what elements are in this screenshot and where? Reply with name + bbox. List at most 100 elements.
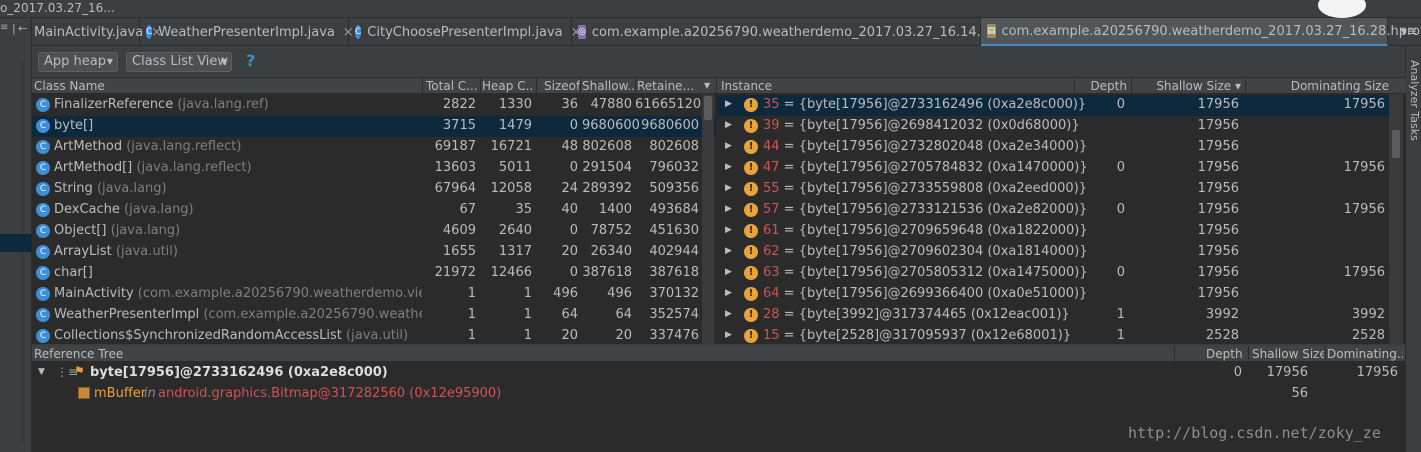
class-heap-cell: 1 (523, 286, 532, 301)
tab-hprof-file[interactable]: ▤ com.example.a20256790.weatherdemo_2017… (981, 18, 1421, 46)
scrollbar-thumb[interactable] (704, 96, 712, 120)
reference-tree-child[interactable]: mBuffer in android.graphics.Bitmap@31728… (32, 384, 1405, 405)
column-depth[interactable]: Depth (1077, 79, 1127, 93)
column-divider (580, 78, 581, 94)
expand-arrow-icon[interactable]: ▶ (725, 246, 732, 256)
class-row[interactable]: C ArrayList (java.util) 1655 1317 20 26340 402… (32, 242, 716, 263)
tabs-overflow-button[interactable]: ▾≡ (1401, 24, 1417, 38)
instance-value: = {byte[17956]@2699366400 (0xa0e51000)} (779, 286, 1088, 301)
instance-row[interactable]: ▶! 64 = {byte[17956]@2699366400 (0xa0e510… (717, 284, 1389, 305)
expand-arrow-icon[interactable]: ▶ (725, 162, 732, 172)
column-depth[interactable]: Depth (1206, 347, 1246, 361)
collapse-arrow-icon[interactable]: ▼ (38, 367, 45, 377)
column-shallow-size[interactable]: Shallow Size ▾ (1135, 79, 1241, 93)
reference-tree-root[interactable]: ▼ ⋮≡ ⚑ byte[17956]@2733162496 (0xa2e8c00… (32, 363, 1405, 384)
analyzer-tasks-tab[interactable]: Analyzer Tasks (1408, 60, 1421, 141)
instance-row[interactable]: ▶! 61 = {byte[17956]@2709659648 (0xa18220… (717, 221, 1389, 242)
column-dominating-size[interactable]: Dominating Size (1249, 79, 1389, 93)
class-name: ArtMethod (java.lang.reflect) (54, 139, 422, 154)
instance-row[interactable]: ▶! 35 = {byte[17956]@2733162496 (0xa2e8c0… (717, 95, 1389, 116)
class-package: (java.lang) (124, 202, 194, 217)
expand-arrow-icon[interactable]: ▶ (725, 141, 732, 151)
left-arrow-icon[interactable]: ← (18, 22, 27, 35)
column-shallow-size[interactable]: Shallow Size (1252, 347, 1324, 361)
instance-row[interactable]: ▶! 55 = {byte[17956]@2733559808 (0xa2eed0… (717, 179, 1389, 200)
tab-alloc-file[interactable]: ◎ com.example.a20256790.weatherdemo_2017… (572, 18, 1030, 46)
class-retained-cell: 61665120 (635, 97, 702, 112)
tab-citychoosepresenterimpl[interactable]: C CityChoosePresenterImpl.java × (349, 18, 582, 46)
class-row[interactable]: C WeatherPresenterImpl (com.example.a2025… (32, 305, 716, 326)
class-simple-name: ArtMethod (54, 139, 123, 154)
class-row[interactable]: C MainActivity (com.example.a20256790.wea… (32, 284, 716, 305)
instance-row[interactable]: ▶! 28 = {byte[3992]@317374465 (0x12eac001… (717, 305, 1389, 326)
field-icon (78, 387, 90, 399)
class-name: Collections$SynchronizedRandomAccessList… (54, 328, 422, 343)
root-label: byte[17956]@2733162496 (0xa2e8c000) (90, 365, 388, 380)
expand-arrow-icon[interactable]: ▶ (725, 204, 732, 214)
expand-arrow-icon[interactable]: ▶ (725, 330, 732, 340)
class-shallow-cell: 289392 (582, 181, 632, 196)
column-retained-size[interactable]: Retaine... (637, 79, 703, 93)
column-heap-count[interactable]: Heap C... (482, 79, 534, 93)
class-icon: C (36, 245, 50, 259)
warning-icon: ! (744, 161, 758, 175)
class-row[interactable]: C String (java.lang) 67964 12058 24 289392 509… (32, 179, 716, 200)
instance-dominating-cell: 2528 (1351, 328, 1385, 343)
column-sizeof[interactable]: Sizeof (544, 79, 580, 93)
expand-arrow-icon[interactable]: ▶ (725, 99, 732, 109)
instance-id: 15 (763, 328, 780, 343)
class-table-scrollbar[interactable] (702, 94, 714, 344)
project-tree-selection[interactable] (0, 234, 32, 252)
tab-mainactivity[interactable]: MainActivity.java × (28, 18, 162, 46)
expand-arrow-icon[interactable]: ▶ (725, 183, 732, 193)
instance-table-scrollbar[interactable] (1389, 94, 1403, 344)
instance-row[interactable]: ▶! 44 = {byte[17956]@2732802048 (0xa2e340… (717, 137, 1389, 158)
scrollbar-thumb[interactable] (1392, 130, 1400, 158)
instance-row[interactable]: ▶! 39 = {byte[17956]@2698412032 (0x0d6800… (717, 116, 1389, 137)
class-retained-cell: 451630 (649, 223, 699, 238)
view-select[interactable]: Class List View ▼ (126, 52, 232, 72)
field-name: mBuffer (94, 386, 147, 401)
column-shallow-size[interactable]: Shallow... (582, 79, 634, 93)
class-total-cell: 67 (459, 202, 476, 217)
left-tool-strip: ≡ | ← (0, 18, 32, 452)
class-shallow-cell: 47880 (590, 97, 632, 112)
expand-arrow-icon[interactable]: ▶ (725, 267, 732, 277)
column-class-name[interactable]: Class Name (34, 79, 419, 93)
instance-row[interactable]: ▶! 47 = {byte[17956]@2705784832 (0xa14700… (717, 158, 1389, 179)
class-name: byte[] (54, 118, 422, 133)
class-row[interactable]: C ArtMethod (java.lang.reflect) 69187 16721… (32, 137, 716, 158)
instance-row[interactable]: ▶! 63 = {byte[17956]@2705805312 (0xa14750… (717, 263, 1389, 284)
class-row[interactable]: Cchar[] 21972 12466 0 387618 387618 (32, 263, 716, 284)
pin-icon[interactable]: | (12, 22, 16, 35)
heap-select[interactable]: App heap ▼ (38, 52, 118, 72)
class-row[interactable]: C ArtMethod[] (java.lang.reflect) 13603 501… (32, 158, 716, 179)
expand-arrow-icon[interactable]: ▶ (725, 288, 732, 298)
collapse-icon[interactable]: ≡ (0, 23, 8, 33)
instance-label: 35 = {byte[17956]@2733162496 (0xa2e8c000… (763, 97, 1086, 112)
instance-row[interactable]: ▶! 57 = {byte[17956]@2733121536 (0xa2e820… (717, 200, 1389, 221)
class-icon: C (355, 25, 362, 39)
class-sizeof-cell: 0 (569, 160, 578, 175)
class-sizeof-cell: 36 (561, 97, 578, 112)
tab-weatherpresenterimpl[interactable]: C WeatherPresenterImpl.java × (140, 18, 354, 46)
expand-arrow-icon[interactable]: ▶ (725, 225, 732, 235)
class-row[interactable]: C Object[] (java.lang) 4609 2640 0 78752 45163… (32, 221, 716, 242)
expand-arrow-icon[interactable]: ▶ (725, 120, 732, 130)
column-total-count[interactable]: Total C... (426, 79, 478, 93)
instance-dominating-cell: 3992 (1351, 307, 1385, 322)
class-name: String (java.lang) (54, 181, 422, 196)
class-shallow-cell: 20 (615, 328, 632, 343)
column-instance[interactable]: Instance (721, 79, 1071, 93)
column-dominating-size[interactable]: Dominating... (1327, 347, 1403, 361)
sort-chevron-icon[interactable]: ▼ (704, 81, 716, 90)
class-name: DexCache (java.lang) (54, 202, 422, 217)
class-row[interactable]: Cbyte[] 3715 1479 0 9680600 9680600 (32, 116, 716, 137)
class-row[interactable]: C DexCache (java.lang) 67 35 40 1400 493684 (32, 200, 716, 221)
class-row[interactable]: C FinalizerReference (java.lang.ref) 2822 1… (32, 95, 716, 116)
instance-id: 35 (763, 97, 780, 112)
class-sizeof-cell: 40 (561, 202, 578, 217)
help-button[interactable]: ? (246, 51, 255, 70)
instance-row[interactable]: ▶! 62 = {byte[17956]@2709602304 (0xa18140… (717, 242, 1389, 263)
expand-arrow-icon[interactable]: ▶ (725, 309, 732, 319)
